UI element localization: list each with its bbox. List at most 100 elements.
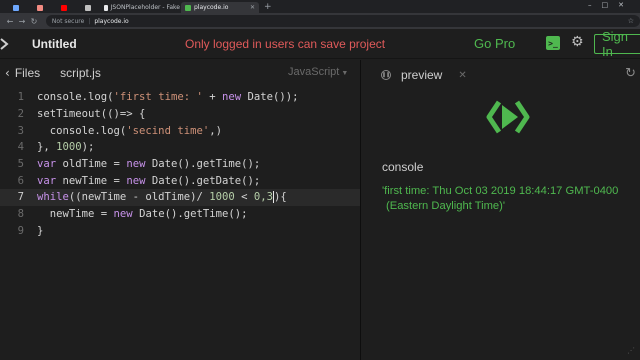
line-number: 4 <box>17 141 24 154</box>
back-arrow-icon[interactable]: ← <box>4 17 16 26</box>
code-line[interactable]: 4}, 1000); <box>0 139 360 156</box>
gear-icon[interactable]: ⚙ <box>571 34 584 50</box>
tab-favicon-icon <box>36 4 43 11</box>
tab-favicon-icon <box>104 4 108 11</box>
browser-tab[interactable] <box>52 2 75 13</box>
code-line[interactable]: 6 var newTime = new Date().getDate(); <box>0 172 360 189</box>
token-keyword: while <box>37 191 69 204</box>
code-line[interactable]: 8 newTime = new Date().getTime(); <box>0 206 360 223</box>
token: Date().getTime(); <box>145 158 261 171</box>
language-select[interactable]: JavaScript ▼ <box>288 66 348 78</box>
back-chevron-icon[interactable]: ‹ <box>5 66 10 80</box>
code-editor-panel: ‹ Files script.js JavaScript ▼ 1 console.l… <box>0 60 360 360</box>
token: oldTime = <box>56 158 127 171</box>
token: Date().getDate(); <box>145 174 261 187</box>
code-text: newTime = new Date().getTime(); <box>37 208 248 220</box>
bookmark-star-icon[interactable]: ☆ <box>628 17 634 25</box>
close-icon[interactable]: ✕ <box>458 70 466 81</box>
token: newTime = <box>56 174 127 187</box>
token-keyword: new <box>113 208 133 221</box>
playcode-logo-icon[interactable] <box>0 37 14 51</box>
code-line[interactable]: 5 var oldTime = new Date().getTime(); <box>0 156 360 173</box>
caret-down-icon: ▼ <box>341 70 349 77</box>
console-label: console <box>382 160 424 174</box>
terminal-icon[interactable]: >_ <box>546 36 560 50</box>
token-string: 'first time: ' <box>113 91 203 104</box>
preview-tab-label: preview <box>401 68 443 82</box>
code-text: setTimeout(()=> { <box>37 108 145 120</box>
code-text: while((newTime - oldTime)/ 1000 < 0,3){ <box>37 191 287 204</box>
tab-script-js[interactable]: script.js <box>60 66 101 80</box>
code-text: var newTime = new Date().getDate(); <box>37 175 260 187</box>
token: ){ <box>274 191 287 204</box>
token: } <box>37 224 44 237</box>
token: newTime = <box>37 208 114 221</box>
token: }, <box>37 141 57 154</box>
token: ); <box>81 141 95 154</box>
tab-favicon-icon <box>12 4 19 11</box>
line-number: 5 <box>17 158 24 171</box>
tab-favicon-icon <box>84 4 91 11</box>
go-pro-link[interactable]: Go Pro <box>474 36 515 51</box>
console-line: 'first time: Thu Oct 03 2019 18:44:17 GM… <box>382 185 619 197</box>
code-line-current[interactable]: 7 while((newTime - oldTime)/ 1000 < 0,3){ <box>0 189 360 206</box>
token-keyword: var <box>37 174 57 187</box>
tab-label: JSONPlaceholder - Fake <box>110 4 180 11</box>
console-output: 'first time: Thu Oct 03 2019 18:44:17 GM… <box>382 184 638 214</box>
code-text: var oldTime = new Date().getTime(); <box>37 158 260 170</box>
close-tab-icon[interactable]: ✕ <box>250 4 255 11</box>
new-tab-button[interactable]: + <box>264 2 272 13</box>
line-number: 7 <box>17 191 24 204</box>
code-line[interactable]: 2 setTimeout(()=> { <box>0 106 360 123</box>
token: console.log( <box>37 124 127 137</box>
line-number: 6 <box>17 174 24 187</box>
browser-tab-playcode[interactable]: playcode.io ✕ <box>181 2 259 13</box>
browser-tab-jsonplaceholder[interactable]: JSONPlaceholder - Fake <box>100 2 180 13</box>
forward-arrow-icon[interactable]: → <box>16 17 28 26</box>
console-line: (Eastern Daylight Time)' <box>386 200 506 212</box>
separator: | <box>88 17 91 25</box>
tab-label: playcode.io <box>194 4 229 11</box>
playcode-logo-icon <box>486 100 530 134</box>
playcode-favicon-icon <box>185 4 191 11</box>
code-text: console.log('first time: ' + new Date())… <box>37 91 299 103</box>
code-text: }, 1000); <box>37 141 94 153</box>
refresh-icon[interactable]: ↻ <box>625 66 636 81</box>
resize-grip-icon[interactable]: ⋰ <box>627 346 635 355</box>
line-number: 2 <box>17 108 24 121</box>
project-title[interactable]: Untitled <box>32 37 77 51</box>
code-line[interactable]: 1 console.log('first time: ' + new Date()… <box>0 89 360 106</box>
code-area[interactable]: 1 console.log('first time: ' + new Date()… <box>0 89 360 239</box>
token-number: 1000 <box>209 191 235 204</box>
save-warning: Only logged in users can save project <box>185 37 386 51</box>
token-keyword: var <box>37 158 57 171</box>
token-string: 'secind time' <box>126 124 210 137</box>
token: console.log( <box>37 91 114 104</box>
code-line[interactable]: 9} <box>0 223 360 240</box>
reload-icon[interactable]: ↻ <box>28 17 40 26</box>
sign-in-button[interactable]: Sign In <box>594 29 640 59</box>
line-number: 3 <box>17 124 24 137</box>
youtube-favicon-icon <box>60 4 67 11</box>
code-line[interactable]: 3 console.log('secind time',) <box>0 122 360 139</box>
token-keyword: new <box>221 91 242 104</box>
pause-icon[interactable]: ❚❚ <box>381 70 391 80</box>
url-input[interactable]: Not secure | playcode.io ☆ <box>45 15 640 27</box>
browser-tab[interactable] <box>28 2 51 13</box>
app-header: Untitled Only logged in users can save p… <box>0 29 640 59</box>
token-number: 1000 <box>56 141 82 154</box>
token: ((newTime - oldTime)/ <box>68 191 210 204</box>
token: Date().getTime(); <box>132 208 248 221</box>
token: < <box>234 191 254 204</box>
not-secure-label[interactable]: Not secure <box>52 18 84 25</box>
address-bar: ← → ↻ Not secure | playcode.io ☆ <box>0 13 640 29</box>
window-controls[interactable]: –□✕ <box>588 1 634 9</box>
browser-tab[interactable] <box>4 2 27 13</box>
preview-tab[interactable]: ❚❚ preview ✕ <box>381 68 467 82</box>
token-keyword: new <box>126 174 146 187</box>
line-number: 9 <box>17 224 24 237</box>
files-button[interactable]: Files <box>15 66 40 80</box>
browser-tab-bar: JSONPlaceholder - Fake playcode.io ✕ + –… <box>0 0 640 13</box>
code-text: console.log('secind time',) <box>37 125 222 137</box>
browser-tab[interactable] <box>76 2 99 13</box>
